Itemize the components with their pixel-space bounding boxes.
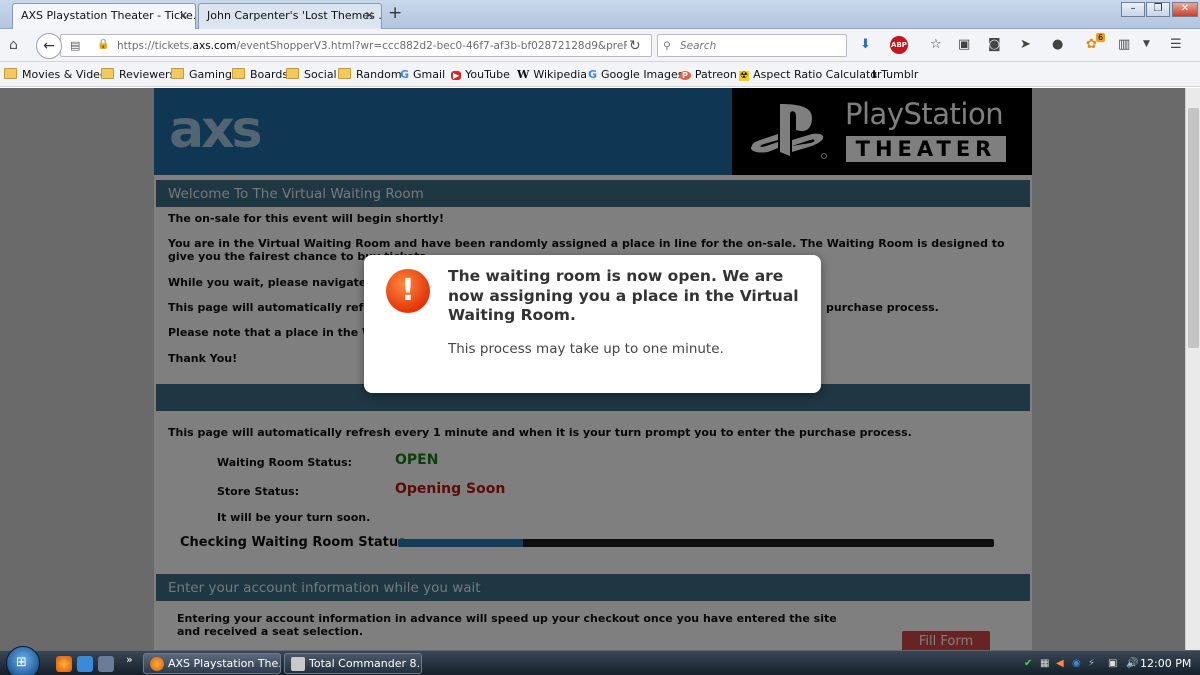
folder-icon bbox=[232, 68, 245, 79]
tab-label: John Carpenter's 'Lost Themes ... bbox=[207, 9, 382, 22]
vertical-scrollbar[interactable] bbox=[1185, 88, 1200, 650]
taskbar-item-label: Total Commander 8... bbox=[309, 657, 422, 670]
chat-icon[interactable]: ● bbox=[1052, 37, 1063, 52]
bookmark-tumblr[interactable]: t Tumblr bbox=[872, 68, 918, 81]
firefox-icon bbox=[150, 657, 164, 671]
bookmark-folder[interactable]: Random bbox=[338, 68, 402, 81]
google-icon: G bbox=[400, 68, 410, 81]
back-arrow-icon: ← bbox=[43, 38, 55, 54]
aspect-ratio-icon: ☢ bbox=[739, 71, 750, 81]
tab-close-icon[interactable]: ✕ bbox=[179, 9, 188, 22]
folder-icon bbox=[286, 68, 299, 79]
send-icon[interactable]: ➤ bbox=[1020, 37, 1031, 52]
url-bar[interactable]: 🔒 https://tickets.axs.com/eventShopperV3… bbox=[60, 34, 652, 57]
search-placeholder: Search bbox=[680, 40, 717, 52]
tab-axs[interactable]: AXS Playstation Theater - Ticke... ✕ bbox=[12, 3, 196, 29]
bookmark-folder[interactable]: Social bbox=[286, 68, 337, 81]
show-desktop-icon[interactable] bbox=[98, 656, 114, 672]
tray-app-icon[interactable]: ◉ bbox=[1072, 658, 1081, 669]
start-button[interactable]: ⊞ bbox=[6, 646, 40, 675]
page-viewport: axs PlayStation THEATER Welcome To The V… bbox=[0, 88, 1185, 650]
folder-icon bbox=[101, 68, 114, 79]
tab-lost-themes[interactable]: John Carpenter's 'Lost Themes ... ✕ bbox=[198, 3, 382, 29]
reload-icon[interactable]: ↻ bbox=[629, 38, 641, 54]
wikipedia-icon: W bbox=[517, 68, 530, 81]
navigation-toolbar: ⌂ 🔒 https://tickets.axs.com/eventShopper… bbox=[0, 29, 1200, 62]
maximize-button[interactable]: ❐ bbox=[1146, 2, 1170, 17]
download-icon[interactable]: ⬇ bbox=[860, 37, 871, 52]
search-icon: ⚲ bbox=[663, 40, 671, 52]
folder-icon bbox=[171, 68, 184, 79]
windows-taskbar: ⊞ » AXS Playstation The... Total Command… bbox=[0, 646, 1200, 675]
modal-subtitle: This process may take up to one minute. bbox=[448, 341, 724, 357]
tray-alert-icon[interactable]: ◀ bbox=[1056, 658, 1064, 669]
bookmarks-bar: Movies & Video Reviewers Gaming Boards S… bbox=[0, 62, 1200, 87]
back-button[interactable]: ← bbox=[36, 33, 62, 59]
reading-list-icon[interactable]: ▣ bbox=[958, 37, 970, 52]
bookmark-folder[interactable]: Movies & Video bbox=[4, 68, 107, 81]
youtube-icon: ▶ bbox=[451, 71, 462, 80]
taskbar-item-total-commander[interactable]: Total Commander 8... bbox=[284, 653, 422, 674]
lock-icon: 🔒 bbox=[97, 39, 110, 50]
quicklaunch-chevron[interactable]: » bbox=[126, 653, 133, 666]
taskbar-item-firefox[interactable]: AXS Playstation The... bbox=[143, 653, 281, 674]
taskbar-item-label: AXS Playstation The... bbox=[168, 657, 281, 670]
url-text[interactable]: https://tickets.axs.com/eventShopperV3.h… bbox=[117, 40, 627, 52]
google-icon: G bbox=[588, 68, 598, 81]
folder-icon bbox=[338, 68, 351, 79]
bookmark-folder[interactable]: Boards bbox=[232, 68, 288, 81]
tray-check-icon[interactable]: ✔ bbox=[1024, 658, 1032, 669]
adblock-icon[interactable]: ABP bbox=[890, 36, 908, 54]
close-window-button[interactable]: ✕ bbox=[1172, 2, 1198, 17]
bookmark-patreon[interactable]: P Patreon bbox=[679, 68, 737, 81]
folder-icon bbox=[4, 68, 17, 79]
bookmark-folder[interactable]: Reviewers bbox=[101, 68, 175, 81]
chevron-down-icon[interactable]: ▼ bbox=[1143, 39, 1150, 49]
volume-icon[interactable]: 🔊 bbox=[1126, 658, 1138, 669]
alert-icon: ! bbox=[386, 269, 430, 313]
bookmark-aspect-ratio[interactable]: ☢ Aspect Ratio Calculator bbox=[739, 68, 882, 81]
menu-icon[interactable]: ☰ bbox=[1170, 37, 1182, 52]
tumblr-icon: t bbox=[872, 68, 878, 81]
minimize-button[interactable]: – bbox=[1121, 2, 1145, 17]
tab-label: AXS Playstation Theater - Ticke... bbox=[21, 9, 196, 22]
scrollbar-thumb[interactable] bbox=[1188, 108, 1199, 348]
tab-strip: AXS Playstation Theater - Ticke... ✕ Joh… bbox=[0, 0, 1200, 29]
bookmark-gmail[interactable]: G Gmail bbox=[400, 68, 445, 81]
patreon-icon: P bbox=[679, 71, 691, 80]
bookmark-google-images[interactable]: G Google Images bbox=[588, 68, 684, 81]
quicklaunch-icon[interactable] bbox=[77, 656, 93, 672]
tray-display-icon[interactable]: ▣ bbox=[1108, 658, 1117, 669]
search-input[interactable]: ⚲ Search bbox=[657, 34, 847, 57]
clipboard-icon[interactable]: ▥ bbox=[1118, 37, 1130, 52]
home-icon[interactable]: ⌂ bbox=[9, 37, 18, 53]
bookmark-folder[interactable]: Gaming bbox=[171, 68, 232, 81]
tray-network-icon[interactable]: ▦ bbox=[1040, 658, 1049, 669]
pocket-icon[interactable]: ◙ bbox=[988, 37, 1001, 52]
bookmark-youtube[interactable]: ▶ YouTube bbox=[451, 68, 510, 81]
waiting-room-modal: ! The waiting room is now open. We are n… bbox=[364, 255, 821, 393]
history-icon[interactable]: ▤ bbox=[70, 39, 80, 52]
extension-badge: 6 bbox=[1096, 33, 1106, 42]
windows-logo-icon: ⊞ bbox=[16, 655, 27, 670]
tray-power-icon[interactable]: ⚡ bbox=[1088, 658, 1095, 669]
new-tab-button[interactable]: + bbox=[388, 3, 402, 23]
bookmark-star-icon[interactable]: ☆ bbox=[930, 37, 942, 52]
floppy-icon bbox=[291, 657, 305, 671]
modal-title: The waiting room is now open. We are now… bbox=[448, 267, 799, 324]
tab-close-icon[interactable]: ✕ bbox=[365, 9, 374, 22]
system-clock[interactable]: 12:00 PM bbox=[1140, 657, 1191, 670]
firefox-icon[interactable] bbox=[56, 656, 72, 672]
bookmark-wikipedia[interactable]: W Wikipedia bbox=[517, 68, 587, 81]
